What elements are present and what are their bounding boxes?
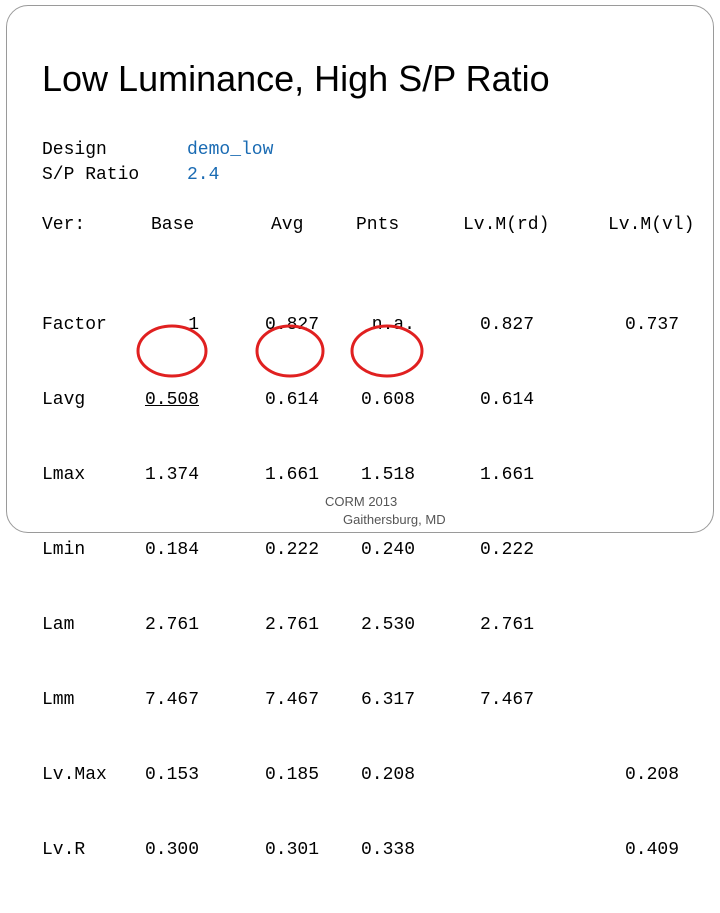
base-cell: 0.153 [144,765,199,785]
pnts-cell: 2.530 [360,615,415,635]
lvm-vl-cell [619,463,679,488]
lvm-rd-cell: 0.827 [479,315,534,335]
row-label: Lmm [42,690,75,710]
avg-cell: 1.661 [264,465,319,485]
pnts-cell: 1.518 [360,465,415,485]
header-base: Base [151,215,195,235]
base-cell: 0.184 [144,540,199,560]
lvm-vl-cell [619,613,679,638]
avg-cell: 0.301 [264,840,319,860]
pnts-column: n.a. 0.608 1.518 0.240 2.530 6.317 0.208… [355,263,415,913]
row-label: Lmax [42,465,86,485]
row-label: Lv.R [42,840,86,860]
row-label: Lam [42,615,75,635]
lvm-vl-cell [619,688,679,713]
header-ver: Ver: [42,215,86,235]
row-label: Lmin [42,540,86,560]
avg-cell: 0.614 [264,390,319,410]
pnts-cell: 6.317 [360,690,415,710]
avg-cell: 0.827 [264,315,319,335]
base-cell: 0.508 [144,390,199,410]
pnts-cell: n.a. [371,315,415,335]
avg-cell: 0.222 [264,540,319,560]
footer-conference: CORM 2013 [325,494,398,509]
row-label: Factor [42,315,107,335]
pnts-cell: 0.338 [360,840,415,860]
lvm-vl-column: 0.737 0.208 0.409 [619,263,679,913]
row-label: Lavg [42,390,86,410]
lvm-rd-cell: 0.614 [479,390,534,410]
header-pnts: Pnts [356,215,400,235]
base-cell: 1 [188,315,199,335]
row-labels-column: Factor Lavg Lmax Lmin Lam Lmm Lv.Max Lv.… [42,263,107,913]
lvm-rd-cell: 0.222 [479,540,534,560]
avg-column: 0.827 0.614 1.661 0.222 2.761 7.467 0.18… [259,263,319,913]
lvm-rd-cell: 2.761 [479,615,534,635]
header-lvm-vl: Lv.M(vl) [608,215,695,235]
pnts-cell: 0.240 [360,540,415,560]
sp-ratio-value: 2.4 [187,165,220,185]
lvm-rd-cell [474,838,534,863]
lvm-vl-cell [619,538,679,563]
base-cell: 1.374 [144,465,199,485]
lvm-rd-cell [474,763,534,788]
lvm-rd-column: 0.827 0.614 1.661 0.222 2.761 7.467 [474,263,534,913]
base-cell: 7.467 [144,690,199,710]
lvm-rd-cell: 7.467 [479,690,534,710]
header-avg: Avg [271,215,304,235]
sp-ratio-label: S/P Ratio [42,165,140,185]
pnts-cell: 0.208 [360,765,415,785]
design-label: Design [42,140,107,160]
base-cell: 2.761 [144,615,199,635]
design-value: demo_low [187,140,274,160]
avg-cell: 7.467 [264,690,319,710]
lvm-vl-cell: 0.208 [624,765,679,785]
lvm-vl-cell: 0.409 [624,840,679,860]
base-column: 1 0.508 1.374 0.184 2.761 7.467 0.153 0.… [139,263,199,913]
header-lvm-rd: Lv.M(rd) [463,215,550,235]
lvm-vl-cell: 0.737 [624,315,679,335]
lvm-vl-cell [619,388,679,413]
lvm-rd-cell: 1.661 [479,465,534,485]
row-label: Lv.Max [42,765,107,785]
avg-cell: 0.185 [264,765,319,785]
pnts-cell: 0.608 [360,390,415,410]
base-cell: 0.300 [144,840,199,860]
slide-title: Low Luminance, High S/P Ratio [42,58,550,99]
footer-location: Gaithersburg, MD [343,512,446,527]
avg-cell: 2.761 [264,615,319,635]
